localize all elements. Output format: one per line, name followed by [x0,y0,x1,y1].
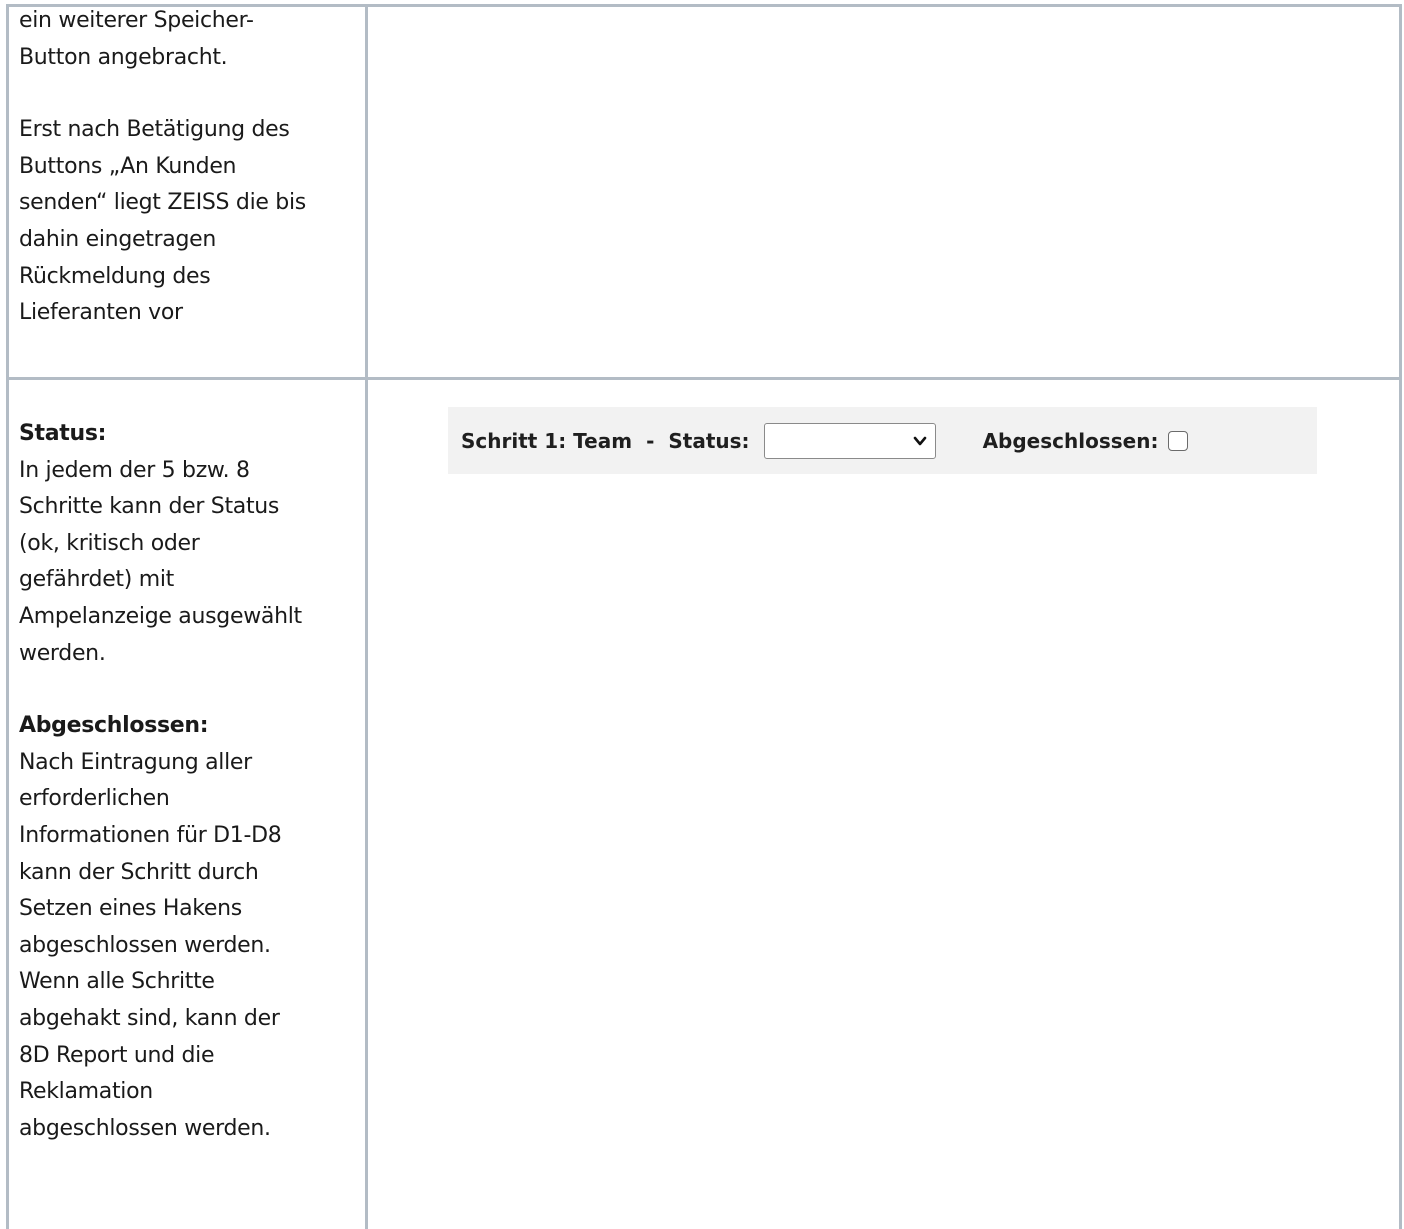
text-line: Nach Eintragung aller [19,745,365,782]
text-line: Lieferanten vor [19,295,365,332]
step-toolbar: Schritt 1: Team - Status: Abgeschlossen: [448,407,1317,474]
text-line: kann der Schritt durch [19,855,365,892]
separator: - [646,429,654,453]
text-line: abgeschlossen werden. [19,928,365,965]
screenshot-cell [367,379,1401,1229]
status-heading: Status: [19,416,365,453]
text-line: werden. [19,636,365,673]
done-heading: Abgeschlossen: [19,708,365,745]
text-line: Setzen eines Hakens [19,891,365,928]
text-line: Reklamation [19,1074,365,1111]
text-line: Wenn alle Schritte [19,964,365,1001]
text-line: Informationen für D1-D8 [19,818,365,855]
status-label: Status: [668,429,749,453]
text-line: 8D Report und die [19,1038,365,1075]
text-line: In jedem der 5 bzw. 8 [19,453,365,490]
chevron-down-icon [913,434,927,448]
text-line: Schritte kann der Status [19,489,365,526]
instruction-table: ein weiterer Speicher- Button angebracht… [6,4,1402,1229]
text-line: gefährdet) mit [19,562,365,599]
text-line: abgeschlossen werden. [19,1111,365,1148]
text-line: senden“ liegt ZEISS die bis [19,185,365,222]
description-cell: ein weiterer Speicher- Button angebracht… [8,6,367,379]
done-checkbox[interactable] [1168,431,1188,451]
screenshot-cell [367,6,1401,379]
done-label: Abgeschlossen: [983,429,1159,453]
text-line: ein weiterer Speicher- [19,3,365,40]
text-line: Rückmeldung des [19,259,365,296]
text-line: Ampelanzeige ausgewählt [19,599,365,636]
text-line: Button angebracht. [19,40,365,77]
text-line: Buttons „An Kunden [19,149,365,186]
status-select[interactable] [764,423,936,459]
description-cell: Status: In jedem der 5 bzw. 8 Schritte k… [8,379,367,1229]
text-line: Erst nach Betätigung des [19,112,365,149]
text-line: abgehakt sind, kann der [19,1001,365,1038]
text-line: dahin eingetragen [19,222,365,259]
text-line: erforderlichen [19,781,365,818]
text-line: (ok, kritisch oder [19,526,365,563]
step-label: Schritt 1: Team [461,429,632,453]
